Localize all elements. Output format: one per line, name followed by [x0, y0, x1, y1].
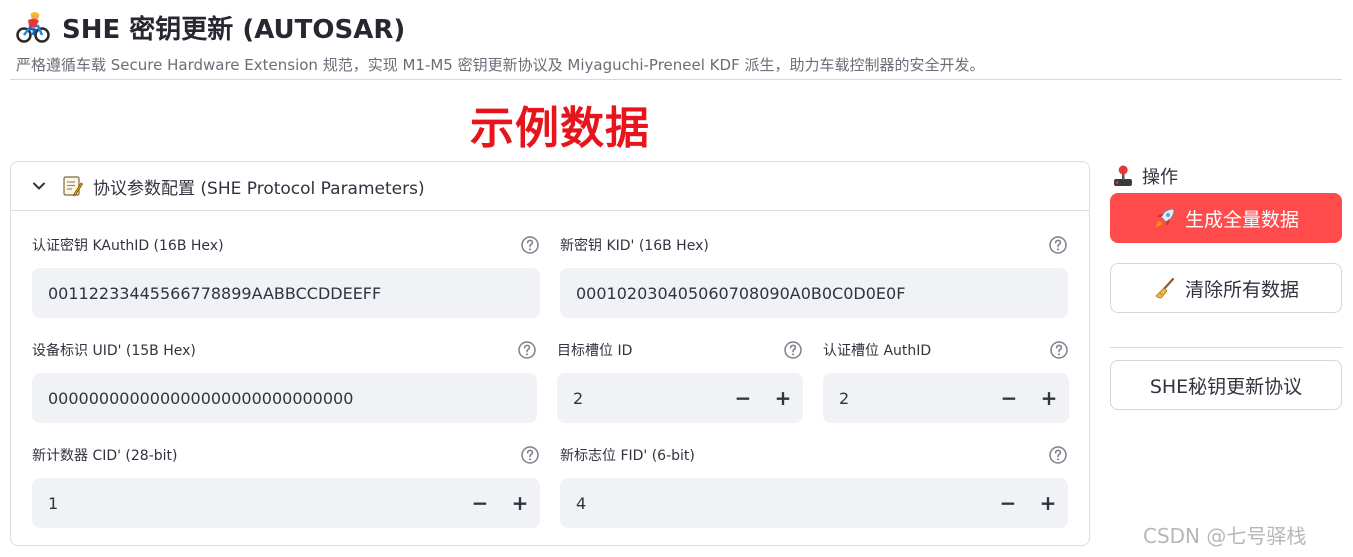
- generate-all-label: 生成全量数据: [1184, 208, 1299, 231]
- kauthid-field: 认证密钥 KAuthID (16B Hex) 00112233445566778…: [32, 235, 540, 319]
- kauthid-input[interactable]: 00112233445566778899AABBCCDDEEFF: [32, 268, 540, 318]
- broom-icon: [1155, 277, 1175, 299]
- cid-value: 1: [48, 493, 59, 513]
- auth-slot-input[interactable]: 2 − +: [823, 373, 1069, 423]
- help-icon[interactable]: [1048, 445, 1068, 465]
- decrement-button[interactable]: −: [989, 373, 1029, 423]
- fid-field: 新标志位 FID' (6-bit) 4 − +: [560, 445, 1068, 529]
- help-icon[interactable]: [783, 340, 803, 360]
- actions-heading-text: 操作: [1142, 167, 1178, 188]
- sample-data-banner: 示例数据: [470, 103, 650, 154]
- csdn-watermark: CSDN @七号驿栈: [1143, 524, 1307, 548]
- target-slot-stepper: − +: [723, 373, 803, 423]
- auth-slot-value: 2: [839, 388, 850, 408]
- help-icon[interactable]: [520, 235, 540, 255]
- cid-label: 新计数器 CID' (28-bit): [32, 448, 178, 464]
- cid-field: 新计数器 CID' (28-bit) 1 − +: [32, 445, 540, 529]
- cid-input[interactable]: 1 − +: [32, 478, 540, 528]
- kid-input[interactable]: 000102030405060708090A0B0C0D0E0F: [560, 268, 1068, 318]
- page-header: SHE 密钥更新 (AUTOSAR) 严格遵循车载 Secure Hardwar…: [16, 8, 1342, 75]
- rocket-icon: [1155, 208, 1175, 227]
- kauthid-value: 00112233445566778899AABBCCDDEEFF: [48, 283, 382, 303]
- fid-label: 新标志位 FID' (6-bit): [560, 448, 695, 464]
- joystick-icon: [1114, 165, 1132, 186]
- help-icon[interactable]: [517, 340, 537, 360]
- cyclist-icon: [16, 12, 50, 43]
- clear-all-label: 清除所有数据: [1184, 278, 1299, 301]
- increment-button[interactable]: +: [763, 373, 803, 423]
- she-protocol-button[interactable]: SHE秘钥更新协议: [1110, 360, 1342, 410]
- kid-value: 000102030405060708090A0B0C0D0E0F: [576, 283, 906, 303]
- page-title-text: SHE 密钥更新 (AUTOSAR): [62, 14, 406, 45]
- she-protocol-label: SHE秘钥更新协议: [1149, 375, 1303, 398]
- increment-button[interactable]: +: [1028, 478, 1068, 528]
- help-icon[interactable]: [520, 445, 540, 465]
- uid-label: 设备标识 UID' (15B Hex): [32, 343, 196, 359]
- increment-button[interactable]: +: [500, 478, 540, 528]
- increment-button[interactable]: +: [1029, 373, 1069, 423]
- chevron-down-icon[interactable]: [31, 178, 47, 194]
- decrement-button[interactable]: −: [988, 478, 1028, 528]
- cid-stepper: − +: [460, 478, 540, 528]
- actions-heading: 操作: [1112, 163, 1178, 189]
- decrement-button[interactable]: −: [460, 478, 500, 528]
- clear-all-button[interactable]: 清除所有数据: [1110, 263, 1342, 313]
- expander-header[interactable]: 协议参数配置 (SHE Protocol Parameters): [11, 162, 1089, 211]
- auth-slot-field: 认证槽位 AuthID 2 − +: [823, 340, 1069, 424]
- memo-icon: [63, 176, 83, 197]
- fid-value: 4: [576, 493, 587, 513]
- help-icon[interactable]: [1049, 340, 1069, 360]
- kid-field: 新密钥 KID' (16B Hex) 000102030405060708090…: [560, 235, 1068, 319]
- decrement-button[interactable]: −: [723, 373, 763, 423]
- uid-value: 000000000000000000000000000000: [48, 388, 354, 408]
- fid-stepper: − +: [988, 478, 1068, 528]
- kauthid-label: 认证密钥 KAuthID (16B Hex): [32, 238, 224, 254]
- protocol-params-expander: 协议参数配置 (SHE Protocol Parameters) 认证密钥 KA…: [10, 161, 1090, 546]
- kid-label: 新密钥 KID' (16B Hex): [560, 238, 709, 254]
- header-divider: [10, 79, 1342, 80]
- uid-input[interactable]: 000000000000000000000000000000: [32, 373, 537, 423]
- target-slot-label: 目标槽位 ID: [557, 343, 633, 359]
- page-subtitle: 严格遵循车载 Secure Hardware Extension 规范，实现 M…: [16, 56, 985, 74]
- target-slot-value: 2: [573, 388, 584, 408]
- target-slot-input[interactable]: 2 − +: [557, 373, 803, 423]
- actions-divider: [1110, 347, 1342, 348]
- auth-slot-stepper: − +: [989, 373, 1069, 423]
- uid-field: 设备标识 UID' (15B Hex) 00000000000000000000…: [32, 340, 537, 424]
- generate-all-button[interactable]: 生成全量数据: [1110, 193, 1342, 243]
- target-slot-field: 目标槽位 ID 2 − +: [557, 340, 803, 424]
- auth-slot-label: 认证槽位 AuthID: [823, 343, 932, 359]
- fid-input[interactable]: 4 − +: [560, 478, 1068, 528]
- expander-title: 协议参数配置 (SHE Protocol Parameters): [93, 178, 425, 199]
- page-title: SHE 密钥更新 (AUTOSAR): [16, 8, 1342, 46]
- help-icon[interactable]: [1048, 235, 1068, 255]
